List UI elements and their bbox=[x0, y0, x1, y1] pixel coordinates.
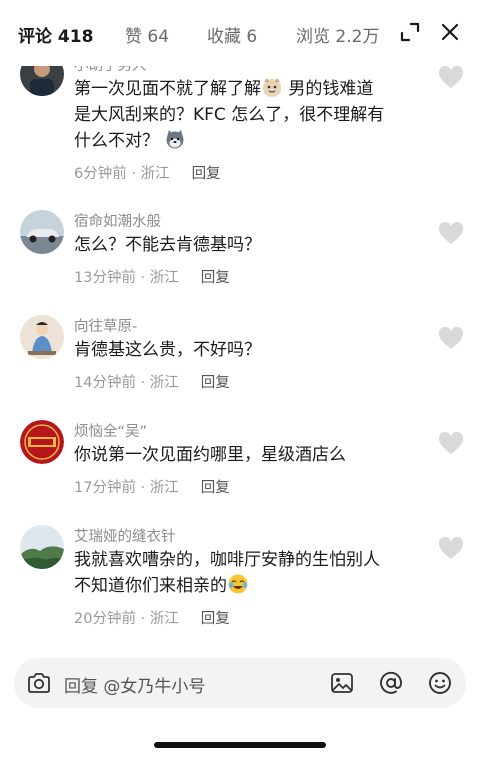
comment-username[interactable]: 烦恼全“吴” bbox=[74, 420, 147, 441]
reply-button[interactable]: 回复 bbox=[192, 166, 221, 182]
comment-meta: 17分钟前 · 浙江 回复 bbox=[74, 476, 230, 497]
avatar-image bbox=[20, 210, 64, 254]
reply-button[interactable]: 回复 bbox=[201, 611, 230, 627]
comment-username[interactable]: 宿命如潮水般 bbox=[74, 210, 161, 231]
like-heart-icon[interactable] bbox=[438, 327, 464, 351]
comment-text: 你说第一次见面约哪里，星级酒店么 bbox=[74, 445, 346, 465]
avatar[interactable] bbox=[20, 315, 64, 359]
avatar-image bbox=[20, 315, 64, 359]
like-heart-icon[interactable] bbox=[438, 66, 464, 90]
cat-face-emoji-icon bbox=[263, 78, 281, 97]
camera-icon[interactable] bbox=[26, 670, 52, 696]
avatar[interactable] bbox=[20, 420, 64, 464]
comment-text-part: 不知道你们来相亲的 bbox=[74, 576, 227, 596]
like-heart-icon[interactable] bbox=[438, 432, 464, 456]
comment-text-part: 什么不对？ bbox=[74, 131, 159, 151]
comment-text: 第一次见面不就了解了解 男的钱难道 是大风刮来的？KFC 怎么了，很不理解有 什… bbox=[74, 76, 414, 154]
tab-favorites[interactable]: 收藏 6 bbox=[207, 22, 257, 47]
comment-time: 14分钟前 · 浙江 bbox=[74, 375, 179, 391]
home-indicator bbox=[154, 742, 326, 748]
avatar-image bbox=[20, 525, 64, 569]
comment-text: 我就喜欢嘈杂的，咖啡厅安静的生怕别人 不知道你们来相亲的 bbox=[74, 547, 414, 599]
tab-views[interactable]: 浏览 2.2万 bbox=[296, 22, 379, 47]
close-icon[interactable] bbox=[438, 20, 462, 44]
emoji-icon[interactable] bbox=[427, 670, 453, 696]
comments-header: 评论 418 赞 64 收藏 6 浏览 2.2万 bbox=[0, 0, 480, 66]
comment-username[interactable]: 向往草原- bbox=[74, 315, 137, 336]
comment-time: 6分钟前 · 浙江 bbox=[74, 166, 170, 182]
comment-meta: 14分钟前 · 浙江 回复 bbox=[74, 371, 230, 392]
reply-button[interactable]: 回复 bbox=[201, 375, 230, 391]
comment-text-part: 是大风刮来的？KFC 怎么了，很不理解有 bbox=[74, 105, 385, 125]
husky-dog-emoji-icon bbox=[166, 130, 184, 149]
comment-username[interactable]: 艾瑞娅的缝衣针 bbox=[74, 525, 176, 546]
comment-text-part: 我就喜欢嘈杂的，咖啡厅安静的生怕别人 bbox=[74, 550, 380, 570]
comment-meta: 6分钟前 · 浙江 回复 bbox=[74, 162, 221, 183]
expand-icon[interactable] bbox=[398, 20, 422, 44]
comment-text-part: 第一次见面不就了解了解 bbox=[74, 79, 261, 99]
comment-text-part: 男的钱难道 bbox=[288, 79, 374, 99]
mention-at-icon[interactable] bbox=[378, 670, 404, 696]
reply-button[interactable]: 回复 bbox=[201, 480, 230, 496]
avatar-image bbox=[20, 420, 64, 464]
reply-input-placeholder[interactable]: 回复 @女乃牛小号 bbox=[64, 672, 205, 697]
comments-sheet: 小胡子男人 第一次见面不就了解了解 男的钱难道 是大风刮来的？KFC 怎么了，很… bbox=[0, 0, 480, 759]
reply-button[interactable]: 回复 bbox=[201, 270, 230, 286]
tab-comments[interactable]: 评论 418 bbox=[18, 22, 93, 47]
like-heart-icon[interactable] bbox=[438, 222, 464, 246]
image-icon[interactable] bbox=[329, 670, 355, 696]
comment-meta: 13分钟前 · 浙江 回复 bbox=[74, 266, 230, 287]
reply-input-bar[interactable]: 回复 @女乃牛小号 bbox=[14, 658, 466, 708]
avatar[interactable] bbox=[20, 210, 64, 254]
comment-meta: 20分钟前 · 浙江 回复 bbox=[74, 607, 230, 628]
laughing-tears-emoji-icon bbox=[228, 574, 248, 594]
comment-text: 肯德基这么贵，不好吗？ bbox=[74, 340, 261, 360]
comment-text: 怎么？不能去肯德基吗？ bbox=[74, 235, 261, 255]
tab-likes[interactable]: 赞 64 bbox=[125, 22, 169, 47]
comment-time: 13分钟前 · 浙江 bbox=[74, 270, 179, 286]
like-heart-icon[interactable] bbox=[438, 537, 464, 561]
avatar[interactable] bbox=[20, 525, 64, 569]
comment-time: 20分钟前 · 浙江 bbox=[74, 611, 179, 627]
comment-list[interactable]: 小胡子男人 第一次见面不就了解了解 男的钱难道 是大风刮来的？KFC 怎么了，很… bbox=[0, 0, 480, 655]
comment-time: 17分钟前 · 浙江 bbox=[74, 480, 179, 496]
